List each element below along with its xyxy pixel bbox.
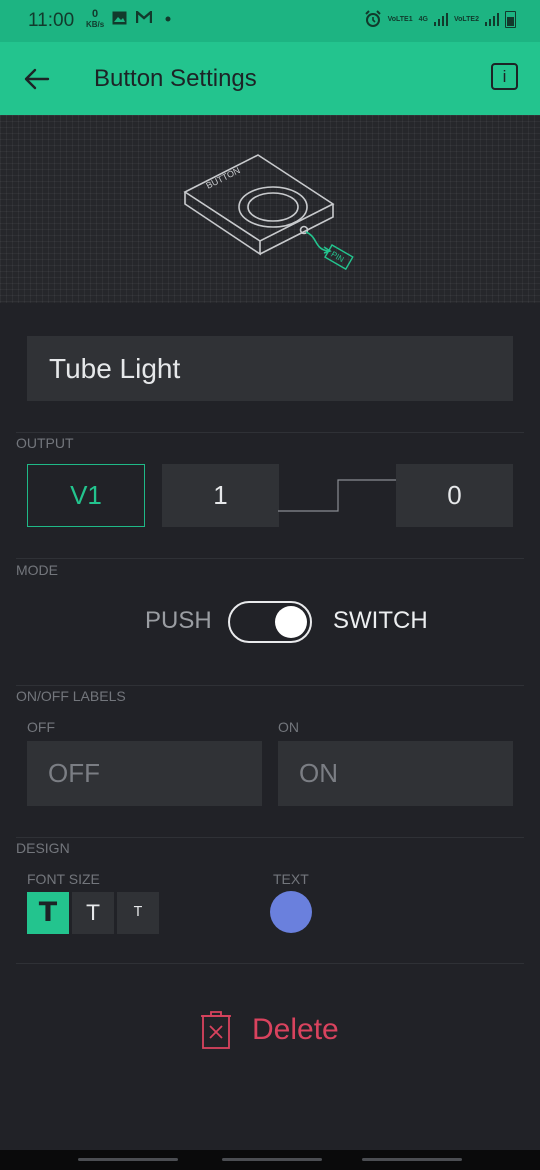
- delete-button[interactable]: Delete: [200, 1010, 339, 1050]
- text-color-picker[interactable]: [270, 891, 312, 933]
- signal-wave-icon: [278, 479, 396, 512]
- back-arrow-icon[interactable]: [22, 64, 52, 94]
- widget-illustration: BUTTON PIN: [0, 115, 540, 303]
- output-high-value[interactable]: 1: [162, 464, 279, 527]
- off-caption: OFF: [27, 719, 55, 735]
- illustration-button-text: BUTTON: [204, 165, 241, 191]
- mode-toggle[interactable]: [228, 601, 312, 643]
- off-label-input[interactable]: OFF: [27, 741, 262, 806]
- status-time: 11:00: [28, 10, 75, 31]
- net-speed-unit: KB/s: [86, 20, 105, 29]
- sim2-label: VoLTE2: [453, 15, 479, 23]
- divider: [16, 685, 524, 686]
- font-size-large-button[interactable]: T: [27, 892, 69, 934]
- labels-section-label: ON/OFF LABELS: [16, 688, 126, 704]
- battery-icon: [505, 10, 516, 28]
- status-bar: 11:00 0 KB/s VoLTE1 4G VoLTE2: [0, 0, 540, 42]
- dot-icon: [165, 16, 171, 22]
- font-size-small-button[interactable]: T: [117, 892, 159, 934]
- design-section-label: DESIGN: [16, 840, 70, 856]
- divider: [16, 432, 524, 433]
- image-icon: [112, 11, 127, 25]
- output-section-label: OUTPUT: [16, 435, 74, 451]
- signal-icon: [485, 12, 499, 26]
- mode-switch-label[interactable]: SWITCH: [333, 607, 428, 635]
- system-nav-bar: [0, 1150, 540, 1170]
- nav-home-handle[interactable]: [222, 1158, 322, 1161]
- signal-icon: [433, 12, 448, 26]
- text-color-caption: TEXT: [273, 871, 309, 887]
- delete-label: Delete: [252, 1013, 339, 1046]
- button-device-icon: BUTTON PIN: [183, 154, 354, 271]
- net-speed: 0 KB/s: [86, 8, 105, 30]
- info-button[interactable]: i: [491, 63, 518, 90]
- divider: [16, 837, 524, 838]
- toggle-knob: [275, 606, 307, 638]
- status-right-cluster: VoLTE1 4G VoLTE2: [364, 10, 516, 28]
- app-bar: Button Settings i: [0, 42, 540, 115]
- widget-name-input[interactable]: Tube Light: [27, 336, 513, 401]
- alarm-icon: [364, 10, 381, 27]
- nav-recents-handle[interactable]: [78, 1158, 178, 1161]
- font-size-caption: FONT SIZE: [27, 871, 100, 887]
- font-size-medium-button[interactable]: T: [72, 892, 114, 934]
- mode-push-label[interactable]: PUSH: [145, 607, 212, 635]
- on-caption: ON: [278, 719, 299, 735]
- gmail-icon: [136, 11, 152, 23]
- page-title: Button Settings: [94, 65, 257, 92]
- nav-back-handle[interactable]: [362, 1158, 462, 1161]
- output-low-value[interactable]: 0: [396, 464, 513, 527]
- sim1-tech: 4G: [418, 15, 428, 23]
- net-speed-value: 0: [92, 8, 99, 20]
- mode-section-label: MODE: [16, 562, 58, 578]
- sim1-label: VoLTE1: [387, 15, 413, 23]
- divider: [16, 558, 524, 559]
- divider: [16, 963, 524, 964]
- trash-icon: [201, 1011, 231, 1049]
- on-label-input[interactable]: ON: [278, 741, 513, 806]
- output-pin-selector[interactable]: V1: [27, 464, 145, 527]
